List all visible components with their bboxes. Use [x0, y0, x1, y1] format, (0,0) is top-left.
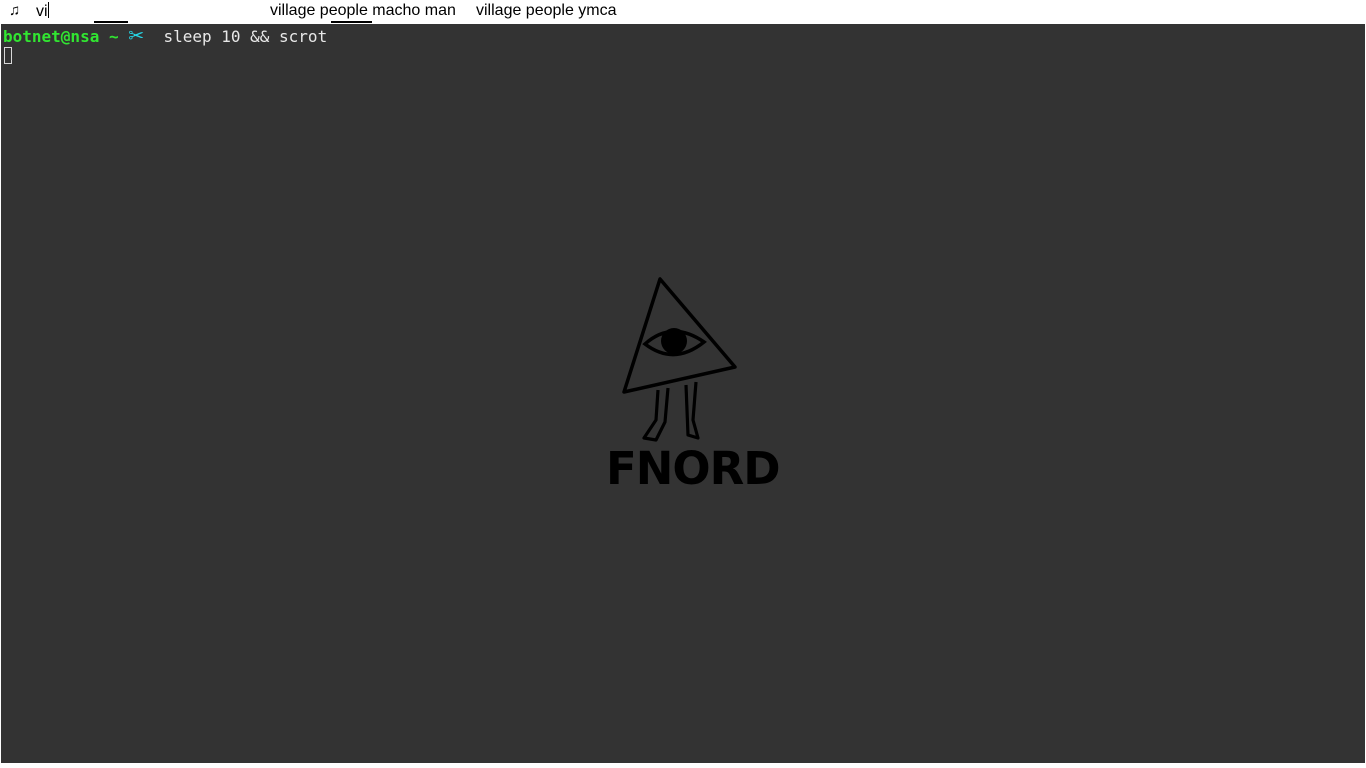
query-text: vi	[36, 3, 48, 20]
music-note-icon: ♫	[9, 2, 21, 19]
launcher-bar: ♫ vi village people macho man village pe…	[0, 0, 1366, 23]
prompt-cwd: ~	[108, 27, 119, 46]
terminal-cursor	[4, 47, 12, 64]
text-caret	[47, 2, 49, 18]
screen-bottom-edge	[0, 763, 1366, 768]
result-match-underline	[331, 21, 372, 23]
terminal-command: sleep 10 && scrot	[163, 27, 328, 46]
launcher-query-input[interactable]: vi	[36, 2, 49, 21]
prompt-line: botnet@nsa ~ ✂ sleep 10 && scrot	[3, 26, 327, 47]
launcher-result-item[interactable]: village people macho man	[270, 2, 456, 20]
launcher-result-item[interactable]: village people ymca	[476, 2, 617, 20]
scissors-icon: ✂	[128, 25, 145, 47]
fnord-caption: FNORD	[606, 442, 781, 495]
query-underline	[94, 21, 128, 23]
prompt-user-host: botnet@nsa	[3, 27, 100, 46]
